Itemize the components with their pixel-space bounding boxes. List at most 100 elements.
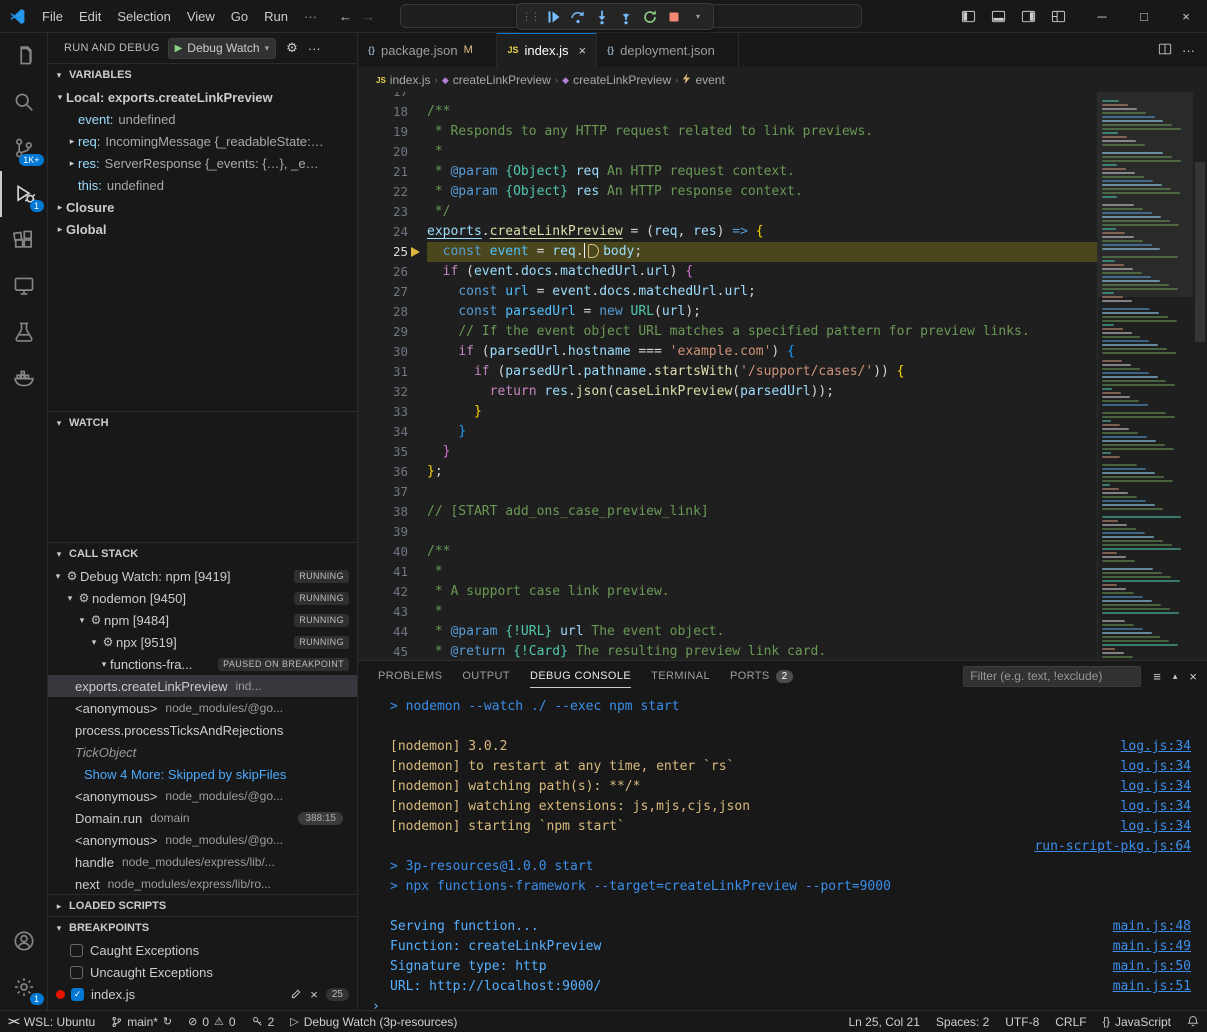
debug-status[interactable]: ▷ Debug Watch (3p-resources) bbox=[282, 1011, 465, 1032]
code-line-17[interactable]: 17 bbox=[358, 92, 1097, 102]
menu-run[interactable]: Run bbox=[256, 5, 296, 28]
code-line-21[interactable]: 21 * @param {Object} req An HTTP request… bbox=[358, 162, 1097, 182]
breadcrumb-item[interactable]: event bbox=[682, 73, 724, 87]
call-stack-row[interactable]: <anonymous>node_modules/@go... bbox=[48, 785, 357, 807]
breadcrumb-item[interactable]: JSindex.js bbox=[376, 73, 430, 87]
code-line-27[interactable]: 27 const url = event.docs.matchedUrl.url… bbox=[358, 282, 1097, 302]
minimize-button[interactable]: ─ bbox=[1081, 0, 1123, 32]
breadcrumb-item[interactable]: ◆createLinkPreview bbox=[562, 73, 671, 87]
activity-explorer[interactable] bbox=[0, 33, 48, 79]
call-stack-row[interactable]: ▾functions-fra...PAUSED ON BREAKPOINT bbox=[48, 653, 357, 675]
code-line-26[interactable]: 26 if (event.docs.matchedUrl.url) { bbox=[358, 262, 1097, 282]
code-line-24[interactable]: 24exports.createLinkPreview = (req, res)… bbox=[358, 222, 1097, 242]
stop-button[interactable] bbox=[663, 6, 685, 28]
tab-package.json[interactable]: {}package.jsonM bbox=[358, 33, 497, 67]
call-stack-row[interactable]: Domain.rundomain388:15 bbox=[48, 807, 357, 829]
activity-accounts[interactable] bbox=[0, 918, 48, 964]
variables-scope[interactable]: ▸Global bbox=[48, 218, 357, 240]
step-into-button[interactable] bbox=[591, 6, 613, 28]
source-link[interactable]: main.js:50 bbox=[1113, 957, 1191, 977]
toolbar-gripper-icon[interactable]: ⋮⋮ bbox=[521, 10, 539, 23]
source-link[interactable]: main.js:48 bbox=[1113, 917, 1191, 937]
console-filter-input[interactable] bbox=[963, 666, 1141, 687]
call-stack-row[interactable]: ▾⚙npm [9484]RUNNING bbox=[48, 609, 357, 631]
menu-edit[interactable]: Edit bbox=[71, 5, 109, 28]
code-line-40[interactable]: 40/** bbox=[358, 542, 1097, 562]
code-line-30[interactable]: 30 if (parsedUrl.hostname === 'example.c… bbox=[358, 342, 1097, 362]
code-line-25[interactable]: 25 const event = req.body; bbox=[358, 242, 1097, 262]
call-stack-row[interactable]: TickObject bbox=[48, 741, 357, 763]
call-stack-row[interactable]: process.processTicksAndRejections bbox=[48, 719, 357, 741]
code-line-31[interactable]: 31 if (parsedUrl.pathname.startsWith('/s… bbox=[358, 362, 1097, 382]
source-link[interactable]: main.js:51 bbox=[1113, 977, 1191, 997]
launch-config-dropdown[interactable]: ▶ Debug Watch ▾ bbox=[168, 38, 277, 59]
close-tab-icon[interactable]: × bbox=[579, 43, 587, 58]
encoding-indicator[interactable]: UTF-8 bbox=[997, 1011, 1047, 1032]
activity-docker[interactable] bbox=[0, 355, 48, 401]
activity-run-debug[interactable]: 1 bbox=[0, 171, 48, 217]
menu-go[interactable]: Go bbox=[223, 5, 256, 28]
code-line-34[interactable]: 34 } bbox=[358, 422, 1097, 442]
code-line-44[interactable]: 44 * @param {!URL} url The event object. bbox=[358, 622, 1097, 642]
watch-section-header[interactable]: ▾ WATCH bbox=[48, 412, 357, 434]
call-stack-row[interactable]: nextnode_modules/express/lib/ro... bbox=[48, 873, 357, 894]
code-line-28[interactable]: 28 const parsedUrl = new URL(url); bbox=[358, 302, 1097, 322]
call-stack-row[interactable]: <anonymous>node_modules/@go... bbox=[48, 829, 357, 851]
customize-layout-icon[interactable] bbox=[1045, 4, 1071, 28]
toggle-panel-icon[interactable] bbox=[985, 4, 1011, 28]
source-link[interactable]: main.js:49 bbox=[1113, 937, 1191, 957]
toggle-sidebar-icon[interactable] bbox=[955, 4, 981, 28]
menu-overflow-icon[interactable]: ··· bbox=[296, 5, 325, 28]
code-line-45[interactable]: 45 * @return {!Card} The resulting previ… bbox=[358, 642, 1097, 660]
exception-checkbox[interactable] bbox=[70, 944, 83, 957]
code-line-19[interactable]: 19 * Responds to any HTTP request relate… bbox=[358, 122, 1097, 142]
variable-row[interactable]: this:undefined bbox=[48, 174, 357, 196]
nav-forward-icon[interactable]: → bbox=[362, 9, 375, 24]
variable-row[interactable]: event:undefined bbox=[48, 108, 357, 130]
call-stack-row[interactable]: exports.createLinkPreviewind... bbox=[48, 675, 357, 697]
variable-row[interactable]: ▸req:IncomingMessage {_readableState:… bbox=[48, 130, 357, 152]
breakpoints-section-header[interactable]: ▾ BREAKPOINTS bbox=[48, 917, 357, 939]
minimap[interactable] bbox=[1097, 92, 1193, 660]
call-stack-row[interactable]: handlenode_modules/express/lib/... bbox=[48, 851, 357, 873]
breakpoint-row[interactable]: ✓index.js×25 bbox=[48, 983, 357, 1005]
close-panel-icon[interactable]: × bbox=[1189, 669, 1197, 684]
code-line-32[interactable]: 32 return res.json(caseLinkPreview(parse… bbox=[358, 382, 1097, 402]
code-line-22[interactable]: 22 * @param {Object} res An HTTP respons… bbox=[358, 182, 1097, 202]
call-stack-row[interactable]: <anonymous>node_modules/@go... bbox=[48, 697, 357, 719]
panel-tab-ports[interactable]: PORTS2 bbox=[730, 661, 793, 691]
debug-console[interactable]: > nodemon --watch ./ --exec npm start [n… bbox=[358, 691, 1207, 1010]
code-line-36[interactable]: 36}; bbox=[358, 462, 1097, 482]
debug-session-dropdown-icon[interactable]: ▾ bbox=[687, 6, 709, 28]
variables-scope[interactable]: ▸Closure bbox=[48, 196, 357, 218]
maximize-panel-icon[interactable]: ▴ bbox=[1173, 671, 1178, 682]
tab-index.js[interactable]: JSindex.js× bbox=[497, 33, 597, 67]
restart-button[interactable] bbox=[639, 6, 661, 28]
ports-indicator[interactable]: 2 bbox=[244, 1011, 283, 1032]
code-line-29[interactable]: 29 // If the event object URL matches a … bbox=[358, 322, 1097, 342]
editor-scrollbar-slider[interactable] bbox=[1195, 162, 1205, 342]
source-link[interactable]: log.js:34 bbox=[1121, 757, 1191, 777]
loaded-scripts-section-header[interactable]: ▸ LOADED SCRIPTS bbox=[48, 895, 357, 916]
edit-breakpoint-icon[interactable] bbox=[291, 987, 302, 1002]
source-link[interactable]: run-script-pkg.js:64 bbox=[1034, 837, 1191, 857]
minimap-slider[interactable] bbox=[1098, 92, 1193, 297]
code-line-39[interactable]: 39 bbox=[358, 522, 1097, 542]
eol-indicator[interactable]: CRLF bbox=[1047, 1011, 1094, 1032]
call-stack-row[interactable]: ▾⚙Debug Watch: npm [9419]RUNNING bbox=[48, 565, 357, 587]
tab-deployment.json[interactable]: {}deployment.json bbox=[597, 33, 739, 67]
call-stack-row[interactable]: ▾⚙nodemon [9450]RUNNING bbox=[48, 587, 357, 609]
variable-row[interactable]: ▸res:ServerResponse {_events: {…}, _e… bbox=[48, 152, 357, 174]
split-editor-icon[interactable] bbox=[1158, 42, 1172, 59]
breakpoint-checkbox[interactable]: ✓ bbox=[71, 988, 84, 1001]
paused-arrow-icon[interactable] bbox=[408, 242, 427, 262]
variables-section-header[interactable]: ▾ VARIABLES bbox=[48, 64, 357, 86]
code-line-42[interactable]: 42 * A support case link preview. bbox=[358, 582, 1097, 602]
source-link[interactable]: log.js:34 bbox=[1121, 797, 1191, 817]
step-over-button[interactable] bbox=[567, 6, 589, 28]
editor-more-actions-icon[interactable]: ··· bbox=[1182, 43, 1195, 58]
start-debug-icon[interactable]: ▶ bbox=[175, 43, 183, 54]
code-editor[interactable]: 17 18/**19 * Responds to any HTTP reques… bbox=[358, 92, 1207, 660]
code-line-43[interactable]: 43 * bbox=[358, 602, 1097, 622]
code-line-20[interactable]: 20 * bbox=[358, 142, 1097, 162]
